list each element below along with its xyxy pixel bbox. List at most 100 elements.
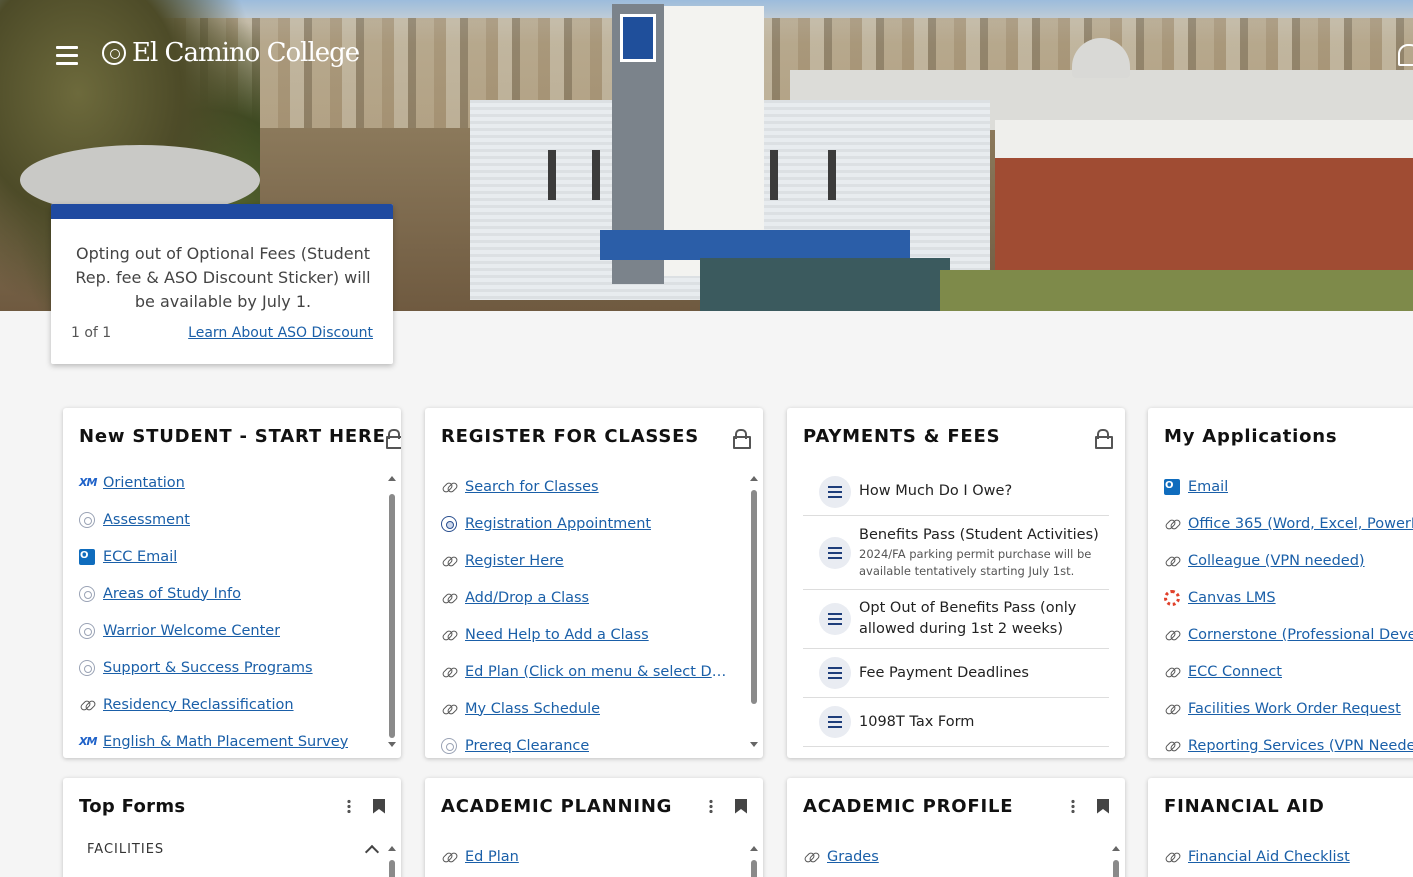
scrollbar[interactable] [388,846,396,877]
hero-window [770,150,778,200]
kebab-menu-icon[interactable] [1071,799,1075,813]
scrollbar[interactable] [1112,846,1120,877]
bookmark-icon[interactable] [735,798,747,814]
my-apps-list: Email Office 365 (Word, Excel, PowerPo C… [1148,464,1413,758]
list-item[interactable]: Office 365 (Word, Excel, PowerPo [1148,505,1413,542]
list-item[interactable]: Canvas LMS [1148,579,1413,616]
list-item[interactable]: Benefits Pass (Student Activities) 2024/… [803,516,1109,590]
list-item[interactable]: Areas of Study Info [63,575,401,612]
scrollbar[interactable] [388,464,396,758]
support-success-link[interactable]: Support & Success Programs [103,660,313,676]
class-schedule-link[interactable]: My Class Schedule [465,701,600,717]
card-title: FINANCIAL AID [1164,795,1325,817]
college-logo[interactable]: El Camino College [102,38,360,68]
list-item[interactable]: Colleague (VPN needed) [1148,542,1413,579]
kebab-menu-icon[interactable] [347,799,351,813]
card-title: New STUDENT - START HERE [79,425,386,447]
list-item[interactable]: Add/Drop a Class [425,579,763,616]
add-drop-link[interactable]: Add/Drop a Class [465,590,589,606]
work-order-link[interactable]: Facilities Work Order Request [1188,701,1401,717]
hero-building-right [995,120,1413,290]
benefits-pass-link[interactable]: Benefits Pass (Student Activities) [859,525,1109,546]
list-item[interactable]: Warrior Welcome Center [63,612,401,649]
prereq-clearance-link[interactable]: Prereq Clearance [465,738,589,754]
list-item[interactable]: XM Orientation [63,464,401,501]
canvas-lms-link[interactable]: Canvas LMS [1188,590,1276,606]
link-icon [441,479,457,495]
link-icon [79,697,95,713]
areas-of-study-link[interactable]: Areas of Study Info [103,586,241,602]
grades-link[interactable]: Grades [827,849,879,865]
assessment-link[interactable]: Assessment [103,512,190,528]
learn-aso-discount-link[interactable]: Learn About ASO Discount [188,325,373,341]
opt-out-link[interactable]: Opt Out of Benefits Pass (only allowed d… [859,598,1109,640]
list-item[interactable]: Financial Aid Checklist [1148,838,1413,875]
lock-icon [1095,428,1113,449]
announcement-counter: 1 of 1 [71,325,112,341]
reporting-services-link[interactable]: Reporting Services (VPN Needed) [1188,738,1413,754]
ed-plan-link[interactable]: Ed Plan [465,849,519,865]
list-item[interactable]: Facilities Work Order Request [1148,690,1413,727]
list-item[interactable]: Reporting Services (VPN Needed) [1148,727,1413,758]
card-title: REGISTER FOR CLASSES [441,425,700,447]
ecc-connect-link[interactable]: ECC Connect [1188,664,1282,680]
xm-icon: XM [79,734,97,748]
list-item[interactable]: Opt Out of Benefits Pass (only allowed d… [803,590,1109,649]
list-item[interactable]: Email [1148,468,1413,505]
ecc-email-link[interactable]: ECC Email [103,549,177,565]
list-item[interactable]: XM English & Math Placement Survey [63,723,401,758]
list-item[interactable]: Ed Plan (Click on menu & select Deg… [425,653,763,690]
list-item[interactable]: Assessment [63,501,401,538]
cornerstone-link[interactable]: Cornerstone (Professional Develo [1188,627,1413,643]
card-my-applications: My Applications Email Office 365 (Word, … [1148,408,1413,758]
colleague-link[interactable]: Colleague (VPN needed) [1188,553,1365,569]
list-item[interactable]: Registration Appointment [425,505,763,542]
announcement-accent-bar [51,204,393,219]
card-register-for-classes: REGISTER FOR CLASSES Search for Classes … [425,408,763,758]
list-item[interactable]: Ed Plan [425,838,763,875]
list-item[interactable]: Grades [787,838,1125,875]
college-seal-icon [441,515,457,532]
list-item[interactable]: ECC Connect [1148,653,1413,690]
scrollbar[interactable] [750,846,758,877]
financial-aid-checklist-link[interactable]: Financial Aid Checklist [1188,849,1350,865]
list-item[interactable]: Fee Payment Deadlines [803,649,1109,698]
list-item[interactable]: How Much Do I Owe? [803,468,1109,516]
chevron-up-icon[interactable] [364,844,380,860]
list-item[interactable]: Prereq Clearance [425,727,763,758]
hamburger-menu-icon[interactable] [56,46,78,66]
fee-deadlines-link[interactable]: Fee Payment Deadlines [859,663,1029,684]
list-item[interactable]: Register Here [425,542,763,579]
orientation-link[interactable]: Orientation [103,475,185,491]
list-item[interactable]: ECC Email [63,538,401,575]
list-item[interactable]: Search for Classes [425,468,763,505]
tax-form-link[interactable]: 1098T Tax Form [859,712,974,733]
list-item[interactable]: 1098T Tax Form [803,698,1109,747]
link-icon [1164,627,1180,643]
card-academic-planning: ACADEMIC PLANNING Ed Plan [425,778,763,877]
register-here-link[interactable]: Register Here [465,553,564,569]
notification-bell-icon[interactable] [1398,44,1413,66]
list-item[interactable]: Need Help to Add a Class [425,616,763,653]
list-icon [819,603,851,635]
list-item[interactable]: My Class Schedule [425,690,763,727]
bookmark-icon[interactable] [1097,798,1109,814]
office365-link[interactable]: Office 365 (Word, Excel, PowerPo [1188,516,1413,532]
list-item[interactable]: Support & Success Programs [63,649,401,686]
residency-link[interactable]: Residency Reclassification [103,697,294,713]
bookmark-icon[interactable] [373,798,385,814]
list-item[interactable]: Cornerstone (Professional Develo [1148,616,1413,653]
email-link[interactable]: Email [1188,479,1228,495]
help-add-class-link[interactable]: Need Help to Add a Class [465,627,649,643]
how-much-owe-link[interactable]: How Much Do I Owe? [859,481,1012,502]
scrollbar[interactable] [750,464,758,758]
list-item[interactable]: Residency Reclassification [63,686,401,723]
warrior-welcome-link[interactable]: Warrior Welcome Center [103,623,280,639]
registration-appointment-link[interactable]: Registration Appointment [465,516,651,532]
placement-survey-link[interactable]: English & Math Placement Survey [103,734,348,750]
search-classes-link[interactable]: Search for Classes [465,479,599,495]
kebab-menu-icon[interactable] [709,799,713,813]
forms-section-header[interactable]: FACILITIES [79,834,385,864]
card-financial-aid: FINANCIAL AID Financial Aid Checklist [1148,778,1413,877]
ed-plan-link[interactable]: Ed Plan (Click on menu & select Deg… [465,664,735,680]
